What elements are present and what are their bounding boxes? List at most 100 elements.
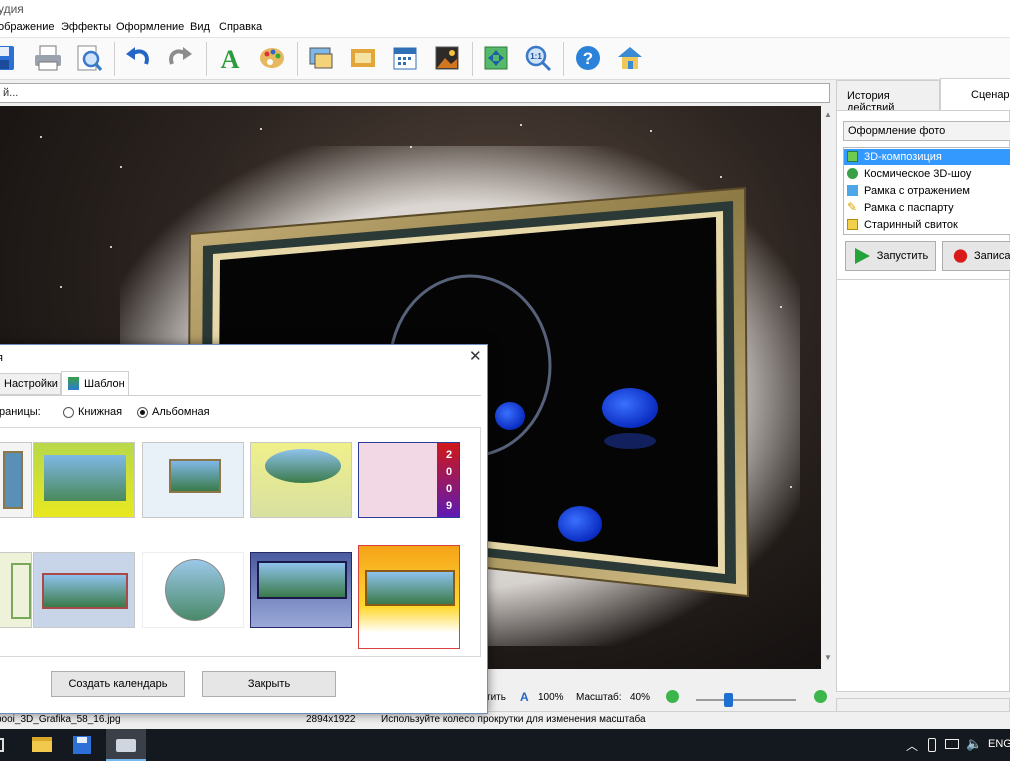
toolbar-separator <box>297 42 298 76</box>
list-item-label: Рамка с отражением <box>864 185 970 197</box>
zoom-slider-thumb[interactable] <box>724 693 733 707</box>
title-bar: удия <box>0 0 1010 18</box>
close-button[interactable]: Закрыть <box>202 671 336 697</box>
radio-portrait[interactable] <box>63 407 74 418</box>
right-panel-scrollbar[interactable] <box>836 698 1010 712</box>
menu-view[interactable]: Вид <box>190 21 210 33</box>
scenarios-pane: Оформление фото 3D-композиция Космическо… <box>836 110 1010 280</box>
template-thumb[interactable] <box>0 552 32 628</box>
palette-icon[interactable] <box>256 42 288 74</box>
list-item[interactable]: Космическое 3D-шоу <box>844 166 1010 182</box>
language-indicator[interactable]: ENG <box>988 738 1010 750</box>
picture-icon[interactable] <box>431 42 463 74</box>
3d-composition-icon <box>847 151 858 162</box>
list-item-label: Рамка с паспарту <box>864 202 954 214</box>
list-item[interactable]: Старинный свиток <box>844 217 1010 233</box>
fit-label: тить <box>486 692 506 703</box>
template-thumb[interactable] <box>142 552 244 628</box>
scenario-group-label: Оформление фото <box>848 125 946 137</box>
globe-icon <box>847 168 858 179</box>
list-item[interactable]: ✎ Рамка с паспарту <box>844 200 1010 216</box>
toolbar-separator <box>114 42 115 76</box>
template-thumb-selected[interactable] <box>358 545 460 649</box>
play-icon <box>854 248 870 264</box>
zoom-in-icon[interactable] <box>814 690 827 703</box>
template-icon <box>68 377 79 390</box>
template-thumb[interactable] <box>0 442 32 518</box>
menu-help[interactable]: Справка <box>219 21 262 33</box>
volume-icon[interactable]: 🔈 <box>966 736 982 752</box>
calendar-icon[interactable] <box>389 42 421 74</box>
zoom-hint: Используйте колесо прокрутки для изменен… <box>381 714 646 725</box>
template-thumb[interactable]: 2 0 0 9 <box>358 442 460 518</box>
undo-icon[interactable] <box>122 42 154 74</box>
close-icon[interactable]: ✕ <box>469 347 482 365</box>
menu-effects[interactable]: Эффекты <box>61 21 111 33</box>
taskbar: ︿ 🔈 ENG <box>0 729 1010 761</box>
file-name: pooi_3D_Grafika_58_16.jpg <box>0 714 121 725</box>
print-icon[interactable] <box>32 42 64 74</box>
redo-icon[interactable] <box>164 42 196 74</box>
home-icon[interactable] <box>614 42 646 74</box>
run-button[interactable]: Запустить <box>845 241 936 271</box>
frame-icon[interactable] <box>347 42 379 74</box>
template-gallery[interactable]: 2 0 0 9 <box>0 427 481 657</box>
template-thumb[interactable] <box>33 442 135 518</box>
text-scale-icon: A <box>520 690 529 704</box>
save-icon[interactable] <box>0 42 18 74</box>
tab-template-label: Шаблон <box>84 378 125 390</box>
chevron-up-icon[interactable]: ︿ <box>906 737 918 754</box>
canvas-scrollbar[interactable]: ▲ ▼ <box>821 106 835 669</box>
template-thumb[interactable] <box>142 442 244 518</box>
list-item-label: Космическое 3D-шоу <box>864 168 972 180</box>
scroll-icon <box>847 219 858 230</box>
print-preview-icon[interactable] <box>73 42 105 74</box>
template-thumb[interactable] <box>33 552 135 628</box>
file-explorer-icon[interactable] <box>32 737 52 752</box>
toolbar-separator <box>472 42 473 76</box>
fit-icon[interactable] <box>480 42 512 74</box>
close-button-label: Закрыть <box>247 678 291 690</box>
orientation-label: раницы: <box>0 406 41 418</box>
usb-icon[interactable] <box>928 738 936 752</box>
template-thumb[interactable] <box>250 442 352 518</box>
menu-image[interactable]: ображение <box>0 21 54 33</box>
tab-history[interactable]: История действий <box>836 80 940 114</box>
list-item-label: Старинный свиток <box>864 219 958 231</box>
tab-scenarios-label: Сценарии <box>971 89 1010 101</box>
template-thumb[interactable] <box>250 552 352 628</box>
task-view-icon[interactable] <box>0 738 4 752</box>
wand-icon: ✎ <box>847 200 858 214</box>
record-button-label: Записать <box>973 250 1010 262</box>
create-calendar-button[interactable]: Создать календарь <box>51 671 185 697</box>
menu-bar: ображение Эффекты Оформление Вид Справка <box>0 18 1010 38</box>
list-item[interactable]: Рамка с отражением <box>844 183 1010 199</box>
list-item-selected[interactable]: 3D-композиция <box>844 149 1010 165</box>
zoom-slider[interactable] <box>696 699 796 701</box>
path-value: й... <box>3 87 19 99</box>
toolbar-separator <box>206 42 207 76</box>
text-icon[interactable]: A <box>214 42 246 74</box>
radio-landscape[interactable] <box>137 407 148 418</box>
actual-size-icon[interactable]: 1:1 <box>522 42 554 74</box>
scenario-group-select[interactable]: Оформление фото <box>843 121 1010 141</box>
run-button-label: Запустить <box>876 250 929 262</box>
tab-settings[interactable]: Настройки <box>0 373 61 395</box>
record-button[interactable]: Записать <box>942 241 1010 271</box>
right-panel-body <box>836 280 1010 692</box>
scenario-list[interactable]: 3D-композиция Космическое 3D-шоу Рамка с… <box>843 147 1010 235</box>
menu-design[interactable]: Оформление <box>116 21 184 33</box>
photo-app-taskbar-button[interactable] <box>106 729 146 761</box>
toolbar-separator <box>563 42 564 76</box>
zoom-out-icon[interactable] <box>666 690 679 703</box>
calendar-dialog: я ✕ Настройки Шаблон раницы: Книжная Аль… <box>0 344 488 714</box>
path-field[interactable]: й... <box>0 83 830 103</box>
image-insert-icon[interactable] <box>305 42 337 74</box>
toolbar: A 1:1 ? <box>0 38 1010 80</box>
save-app-icon[interactable] <box>73 736 91 754</box>
tab-scenarios[interactable]: Сценарии <box>940 78 1010 110</box>
tab-template[interactable]: Шаблон <box>61 371 129 396</box>
help-icon[interactable]: ? <box>572 42 604 74</box>
window-title: удия <box>0 2 24 16</box>
network-icon[interactable] <box>945 739 959 749</box>
